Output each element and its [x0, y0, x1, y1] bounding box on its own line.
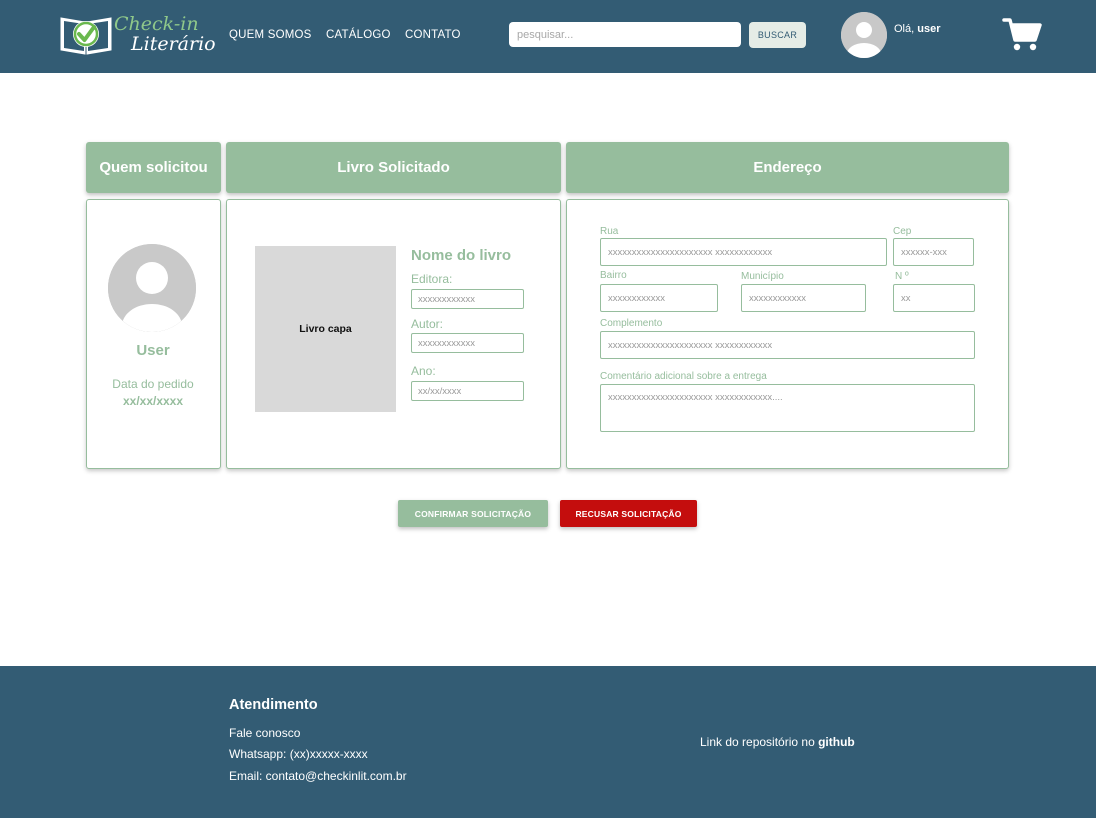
book-cover: Livro capa [255, 246, 396, 412]
city-label: Município [741, 271, 784, 282]
logo-text-line2: Literário [131, 33, 216, 55]
year-label: Ano: [411, 364, 436, 378]
search-button[interactable]: BUSCAR [749, 22, 806, 48]
district-label: Bairro [600, 270, 627, 281]
complement-label: Complemento [600, 318, 663, 329]
footer-contact-link[interactable]: Fale conosco [229, 726, 300, 740]
zip-label: Cep [893, 226, 912, 237]
zip-field: xxxxxx-xxx [893, 238, 974, 266]
city-field: xxxxxxxxxxxx [741, 284, 866, 312]
comment-field: xxxxxxxxxxxxxxxxxxxxxx xxxxxxxxxxxx.... [600, 384, 975, 432]
publisher-field: xxxxxxxxxxxx [411, 289, 524, 309]
number-field: xx [893, 284, 975, 312]
author-field: xxxxxxxxxxxx [411, 333, 524, 353]
repo-text: Link do repositório no [700, 735, 819, 749]
footer-whatsapp: Whatsapp: (xx)xxxxx-xxxx [229, 747, 368, 761]
footer-email: Email: contato@checkinlit.com.br [229, 769, 407, 783]
number-label: N º [895, 271, 909, 282]
book-panel: Livro capa Nome do livro Editora: xxxxxx… [226, 199, 561, 469]
order-date-value: xx/xx/xxxx [122, 394, 184, 408]
requester-name: User [136, 342, 170, 359]
logo[interactable]: Check-in Literário [59, 10, 216, 56]
order-date-label: Data do pedido [112, 377, 194, 391]
search-input[interactable] [509, 22, 741, 47]
username: user [917, 23, 941, 35]
author-label: Autor: [411, 317, 444, 331]
book-check-logo-icon [60, 17, 112, 55]
nav-contato[interactable]: CONTATO [405, 29, 461, 41]
footer-title: Atendimento [229, 697, 318, 713]
user-avatar-icon [841, 12, 887, 58]
shopping-cart-icon[interactable] [1002, 16, 1042, 52]
refuse-request-button[interactable]: RECUSAR SOLICITAÇÃO [560, 500, 697, 527]
requester-avatar [108, 244, 196, 332]
requester-panel: User Data do pedido xx/xx/xxxx [86, 199, 221, 469]
district-field: xxxxxxxxxxxx [600, 284, 718, 312]
book-panel-header: Livro Solicitado [226, 142, 561, 193]
complement-field: xxxxxxxxxxxxxxxxxxxxxx xxxxxxxxxxxx [600, 331, 975, 359]
user-avatar-icon [108, 244, 196, 332]
user-greeting: Olá, user [894, 23, 940, 35]
year-field: xx/xx/xxxx [411, 381, 524, 401]
confirm-request-button[interactable]: CONFIRMAR SOLICITAÇÃO [398, 500, 548, 527]
header: Check-in Literário QUEM SOMOS CATÁLOGO C… [0, 0, 1096, 73]
logo-text-line1: Check-in [114, 13, 199, 35]
address-panel: Rua xxxxxxxxxxxxxxxxxxxxxx xxxxxxxxxxxx … [566, 199, 1009, 469]
comment-label: Comentário adicional sobre a entrega [600, 371, 767, 382]
requester-panel-header: Quem solicitou [86, 142, 221, 193]
publisher-label: Editora: [411, 272, 453, 286]
book-name: Nome do livro [411, 247, 512, 264]
greeting-prefix: Olá, [894, 23, 918, 35]
street-label: Rua [600, 226, 619, 237]
address-panel-header: Endereço [566, 142, 1009, 193]
footer-repo: Link do repositório no github [700, 735, 855, 749]
nav-catalogo[interactable]: CATÁLOGO [326, 29, 391, 41]
user-avatar[interactable] [841, 12, 887, 58]
nav-quem-somos[interactable]: QUEM SOMOS [229, 29, 312, 41]
footer: Atendimento Fale conosco Whatsapp: (xx)x… [0, 666, 1096, 818]
street-field: xxxxxxxxxxxxxxxxxxxxxx xxxxxxxxxxxx [600, 238, 887, 266]
github-link[interactable]: github [818, 735, 855, 749]
